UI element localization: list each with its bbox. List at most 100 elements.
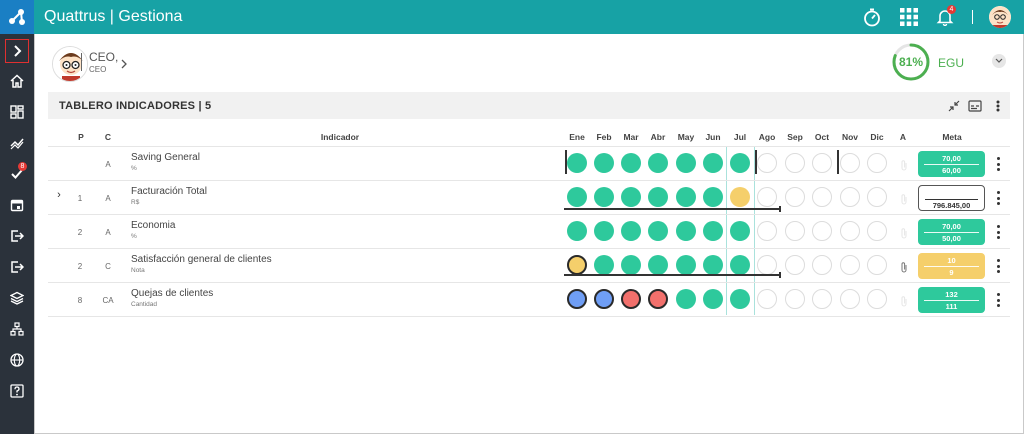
status-circle-abr[interactable] [648,187,668,207]
status-circle-jul[interactable] [730,221,750,241]
status-circle-mar[interactable] [621,255,641,275]
status-circle-jun[interactable] [703,255,723,275]
status-circle-sep[interactable] [785,153,805,173]
sidebar-expand-button[interactable] [5,39,29,63]
status-circle-feb[interactable] [594,187,614,207]
status-circle-sep[interactable] [785,187,805,207]
status-circle-may[interactable] [676,221,696,241]
status-circle-oct[interactable] [812,255,832,275]
user-chevron-right-icon[interactable] [120,56,128,74]
status-circle-sep[interactable] [785,289,805,309]
status-circle-ago[interactable] [757,187,777,207]
status-circle-ago[interactable] [757,255,777,275]
status-circle-ene[interactable] [567,221,587,241]
status-circle-may[interactable] [676,289,696,309]
status-circle-dic[interactable] [867,153,887,173]
status-circle-ago[interactable] [757,153,777,173]
status-circle-jun[interactable] [703,153,723,173]
status-circle-oct[interactable] [812,289,832,309]
apps-grid-icon[interactable] [898,6,920,28]
status-circle-feb[interactable] [594,255,614,275]
status-circle-sep[interactable] [785,255,805,275]
indicator-name[interactable]: Satisfacción general de clientes [131,254,272,265]
status-circle-jul[interactable] [730,187,750,207]
status-circle-mar[interactable] [621,221,641,241]
status-circle-jun[interactable] [703,221,723,241]
meta-target-box[interactable]: 132 111 [918,287,985,313]
status-circle-dic[interactable] [867,221,887,241]
status-circle-jun[interactable] [703,289,723,309]
status-circle-jul[interactable] [730,289,750,309]
status-circle-abr[interactable] [648,255,668,275]
status-circle-ene[interactable] [567,289,587,309]
sidebar-item-dashboard[interactable] [5,100,29,124]
status-circle-jun[interactable] [703,187,723,207]
status-circle-dic[interactable] [867,255,887,275]
sidebar-item-home[interactable] [5,69,29,93]
status-circle-feb[interactable] [594,221,614,241]
subtitles-icon[interactable] [967,98,983,114]
sidebar-item-org-chart[interactable] [5,317,29,341]
collapse-icon[interactable] [946,98,962,114]
indicator-name[interactable]: Facturación Total [131,186,207,197]
user-avatar-icon[interactable] [989,6,1011,28]
status-circle-ago[interactable] [757,221,777,241]
status-circle-nov[interactable] [840,255,860,275]
status-circle-oct[interactable] [812,153,832,173]
status-circle-dic[interactable] [867,187,887,207]
status-circle-dic[interactable] [867,289,887,309]
status-circle-may[interactable] [676,187,696,207]
row-menu-kebab-icon[interactable] [994,157,1002,171]
status-circle-nov[interactable] [840,221,860,241]
status-circle-nov[interactable] [840,289,860,309]
attachment-paperclip-icon[interactable] [900,260,908,273]
status-circle-feb[interactable] [594,153,614,173]
status-circle-jul[interactable] [730,255,750,275]
notifications-bell-icon[interactable]: 4 [934,5,956,28]
row-menu-kebab-icon[interactable] [994,191,1002,205]
status-circle-ene[interactable] [567,153,587,173]
stopwatch-icon[interactable] [861,6,883,28]
row-expand-chevron-icon[interactable]: › [55,189,63,201]
indicator-name[interactable]: Quejas de clientes [131,288,213,299]
status-circle-ene[interactable] [567,255,587,275]
sidebar-item-trends[interactable] [5,131,29,155]
status-circle-sep[interactable] [785,221,805,241]
status-circle-mar[interactable] [621,153,641,173]
meta-target-box[interactable]: 796.845,00 [918,185,985,211]
status-circle-oct[interactable] [812,187,832,207]
indicator-name[interactable]: Economia [131,220,175,231]
sidebar-item-tasks[interactable]: 8 [5,162,29,186]
status-circle-abr[interactable] [648,153,668,173]
logo-icon[interactable] [0,0,34,34]
status-circle-abr[interactable] [648,221,668,241]
sidebar-item-help[interactable] [5,379,29,403]
status-circle-mar[interactable] [621,289,641,309]
panel-menu-kebab-icon[interactable] [990,98,1006,114]
sidebar-item-globe[interactable] [5,348,29,372]
user-profile-avatar[interactable] [52,46,88,82]
status-circle-nov[interactable] [840,153,860,173]
meta-target-box[interactable]: 70,00 60,00 [918,151,985,177]
status-circle-oct[interactable] [812,221,832,241]
status-circle-ene[interactable] [567,187,587,207]
sidebar-item-exit-2[interactable] [5,255,29,279]
sidebar-item-exit-1[interactable] [5,224,29,248]
sidebar-item-layers[interactable] [5,286,29,310]
row-menu-kebab-icon[interactable] [994,293,1002,307]
indicator-name[interactable]: Saving General [131,152,200,163]
status-circle-abr[interactable] [648,289,668,309]
meta-target-box[interactable]: 70,00 50,00 [918,219,985,245]
status-circle-mar[interactable] [621,187,641,207]
status-circle-feb[interactable] [594,289,614,309]
status-circle-may[interactable] [676,153,696,173]
status-circle-jul[interactable] [730,153,750,173]
row-menu-kebab-icon[interactable] [994,259,1002,273]
status-circle-nov[interactable] [840,187,860,207]
chevron-down-icon[interactable] [992,54,1006,68]
status-circle-ago[interactable] [757,289,777,309]
sidebar-item-calendar[interactable] [5,193,29,217]
meta-target-box[interactable]: 10 9 [918,253,985,279]
status-circle-may[interactable] [676,255,696,275]
row-menu-kebab-icon[interactable] [994,225,1002,239]
